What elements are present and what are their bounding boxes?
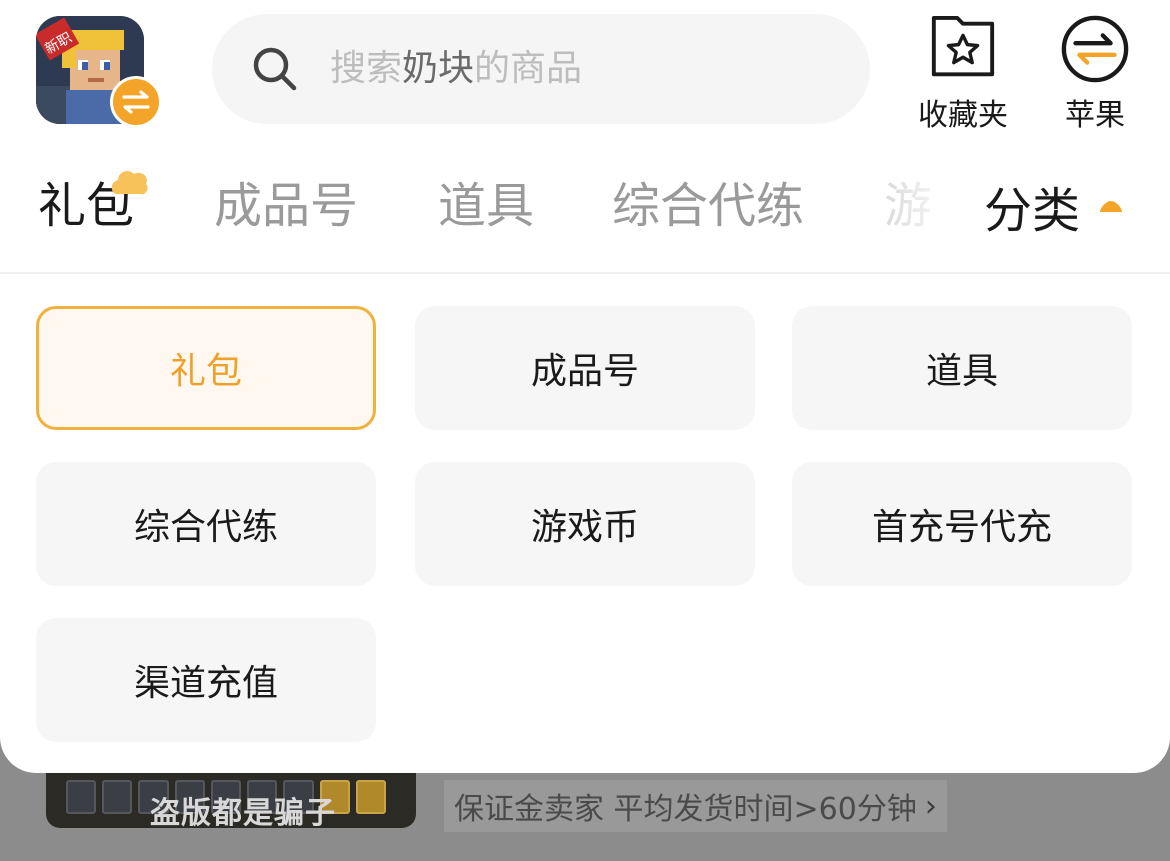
category-items[interactable]: 道具: [792, 306, 1132, 430]
search-placeholder-prefix: 搜索: [330, 48, 403, 89]
category-boosting[interactable]: 综合代练: [36, 462, 376, 586]
swap-arrows-icon: [1061, 15, 1129, 83]
tab-divider: [0, 272, 1170, 274]
category-toggle-label: 分类: [984, 183, 1081, 239]
tab-items[interactable]: 道具: [438, 176, 534, 236]
platform-switch-button[interactable]: 苹果: [1040, 14, 1150, 134]
seller-info-text: 保证金卖家 平均发货时间>60分钟: [454, 792, 917, 827]
top-header: 新职 搜索奶块的商品 收藏夹 苹果: [0, 0, 1170, 150]
favorites-label: 收藏夹: [918, 98, 1008, 133]
category-gift-pack[interactable]: 礼包: [36, 306, 376, 430]
category-toggle-button[interactable]: 分类: [984, 176, 1124, 239]
search-placeholder-suffix: 的商品: [474, 48, 583, 89]
category-sheet: 新职 搜索奶块的商品 收藏夹 苹果 礼包 成品号 道具 综合代练 分类 礼包 成…: [0, 0, 1170, 773]
seller-info-row[interactable]: 保证金卖家 平均发货时间>60分钟 ›: [444, 780, 947, 832]
tab-boosting[interactable]: 综合代练: [612, 176, 804, 236]
app-screen: 盗版都是骗子 保证金卖家 平均发货时间>60分钟 › 新职 搜索奶块的商品 收藏…: [0, 0, 1170, 861]
search-icon: [253, 47, 297, 91]
search-input[interactable]: 搜索奶块的商品: [212, 14, 870, 124]
platform-label: 苹果: [1065, 98, 1125, 133]
star-folder-icon: [931, 15, 995, 77]
swap-arrows-icon[interactable]: [110, 76, 162, 128]
category-first-topup[interactable]: 首充号代充: [792, 462, 1132, 586]
thumbnail-caption: 盗版都是骗子: [150, 796, 336, 828]
favorites-button[interactable]: 收藏夹: [908, 14, 1018, 134]
caret-up-icon: [1100, 201, 1123, 212]
search-placeholder: 搜索奶块的商品: [330, 14, 582, 124]
category-finished-account[interactable]: 成品号: [415, 306, 755, 430]
category-channel-recharge[interactable]: 渠道充值: [36, 618, 376, 742]
tab-fade-mask: [880, 150, 980, 272]
category-game-currency[interactable]: 游戏币: [415, 462, 755, 586]
chevron-right-icon: ›: [924, 788, 937, 824]
search-placeholder-game: 奶块: [402, 48, 475, 89]
hot-badge-icon: [111, 171, 148, 195]
tab-finished-account[interactable]: 成品号: [214, 176, 358, 236]
tab-bar: 礼包 成品号 道具 综合代练 游 分类: [0, 150, 1170, 272]
